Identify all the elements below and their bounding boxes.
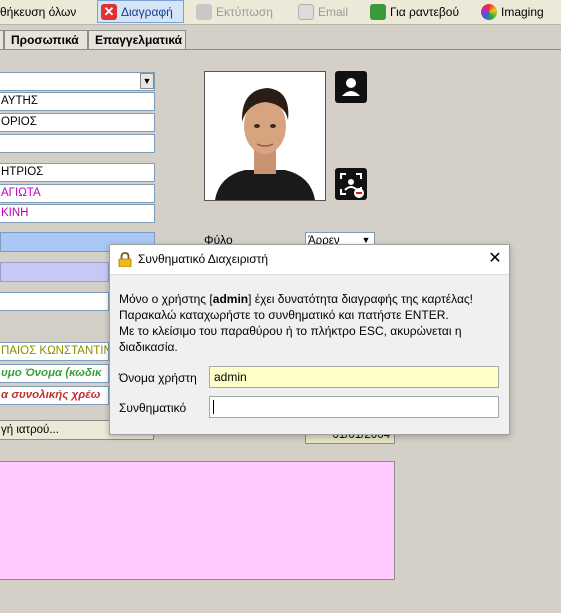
name-field[interactable]: ΟΡΙΟΣ [0,113,155,132]
spouse-field[interactable]: ΚΙΝΗ [0,204,155,223]
tab-divider [0,49,561,50]
chevron-down-icon[interactable]: ▼ [140,73,154,89]
dialog-titlebar: Συνθηματικό Διαχειριστή ✕ [110,245,509,275]
close-icon[interactable]: ✕ [484,248,506,270]
msg-post: ] έχει δυνατότητα διαγραφής της καρτέλας… [248,292,474,306]
printer-icon [196,3,212,20]
print-label: Εκτύπωση [216,4,273,19]
admin-password-dialog: Συνθηματικό Διαχειριστή ✕ Μόνο ο χρήστης… [109,244,510,435]
save-all-button[interactable]: θήκευση όλων [0,0,76,23]
password-input[interactable] [209,396,499,418]
username-input[interactable]: admin [209,366,499,388]
msg-user: admin [212,292,249,306]
delete-label: Διαγραφή [121,4,173,19]
msg-line4: διαδικασία. [119,340,178,354]
mother-field[interactable]: ΑΓΙΩΤΑ [0,184,155,203]
scan-remove-icon[interactable] [335,168,367,200]
calendar-icon [370,3,386,20]
doctor-field[interactable]: ΠΑΙΟΣ ΚΩΝΣΤΑΝΤΙΝ [0,342,109,361]
dialog-title: Συνθηματικό Διαχειριστή [138,252,269,266]
extra-field[interactable] [0,134,155,153]
msg-line2: Παρακαλώ καταχωρήστε το συνθηματικό και … [119,308,449,322]
print-button[interactable]: Εκτύπωση [196,0,273,23]
tab-personal[interactable]: Προσωπικά [4,30,88,49]
save-all-label: θήκευση όλων [0,4,77,19]
father-field[interactable]: ΗΤΡΙΟΣ [0,163,155,182]
patient-photo [204,71,326,201]
title-combo[interactable] [0,72,155,91]
notes-area[interactable] [0,461,395,580]
dialog-message: Μόνο ο χρήστης [admin] έχει δυνατότητα δ… [119,291,504,355]
imaging-icon [481,3,497,20]
charge-field[interactable]: α συνολικής χρέω [0,386,109,405]
lock-icon [118,252,132,268]
delete-button[interactable]: ✕ Διαγραφή [97,0,184,23]
password-label: Συνθηματικό [119,401,187,415]
lilac-bar[interactable] [0,262,109,282]
nickname-field[interactable]: υμο Όνομα (κωδικ [0,364,109,383]
imaging-button[interactable]: Imaging [481,0,544,23]
person-glyph [342,78,360,96]
imaging-label: Imaging [501,4,544,19]
blank-field[interactable] [0,292,109,311]
portrait-image [205,72,325,200]
surname-field[interactable]: ΑΥΤΗΣ [0,92,155,111]
email-label: Email [318,4,349,19]
user-icon[interactable] [335,71,367,103]
msg-pre: Μόνο ο χρήστης [ [119,292,213,306]
envelope-icon [298,3,314,20]
email-button[interactable]: Email [298,0,348,23]
appointment-label: Για ραντεβού [390,4,460,19]
delete-icon: ✕ [101,3,117,20]
scan-glyph [340,173,364,198]
username-label: Όνομα χρήστη [119,371,197,385]
text-caret [213,400,214,414]
appointment-button[interactable]: Για ραντεβού [370,0,459,23]
tab-professional[interactable]: Επαγγελματικά [88,30,186,49]
toolbar: θήκευση όλων ✕ Διαγραφή Εκτύπωση Email Γ… [0,0,561,25]
msg-line3: Με το κλείσιμο του παραθύρου ή το πλήκτρ… [119,324,462,338]
